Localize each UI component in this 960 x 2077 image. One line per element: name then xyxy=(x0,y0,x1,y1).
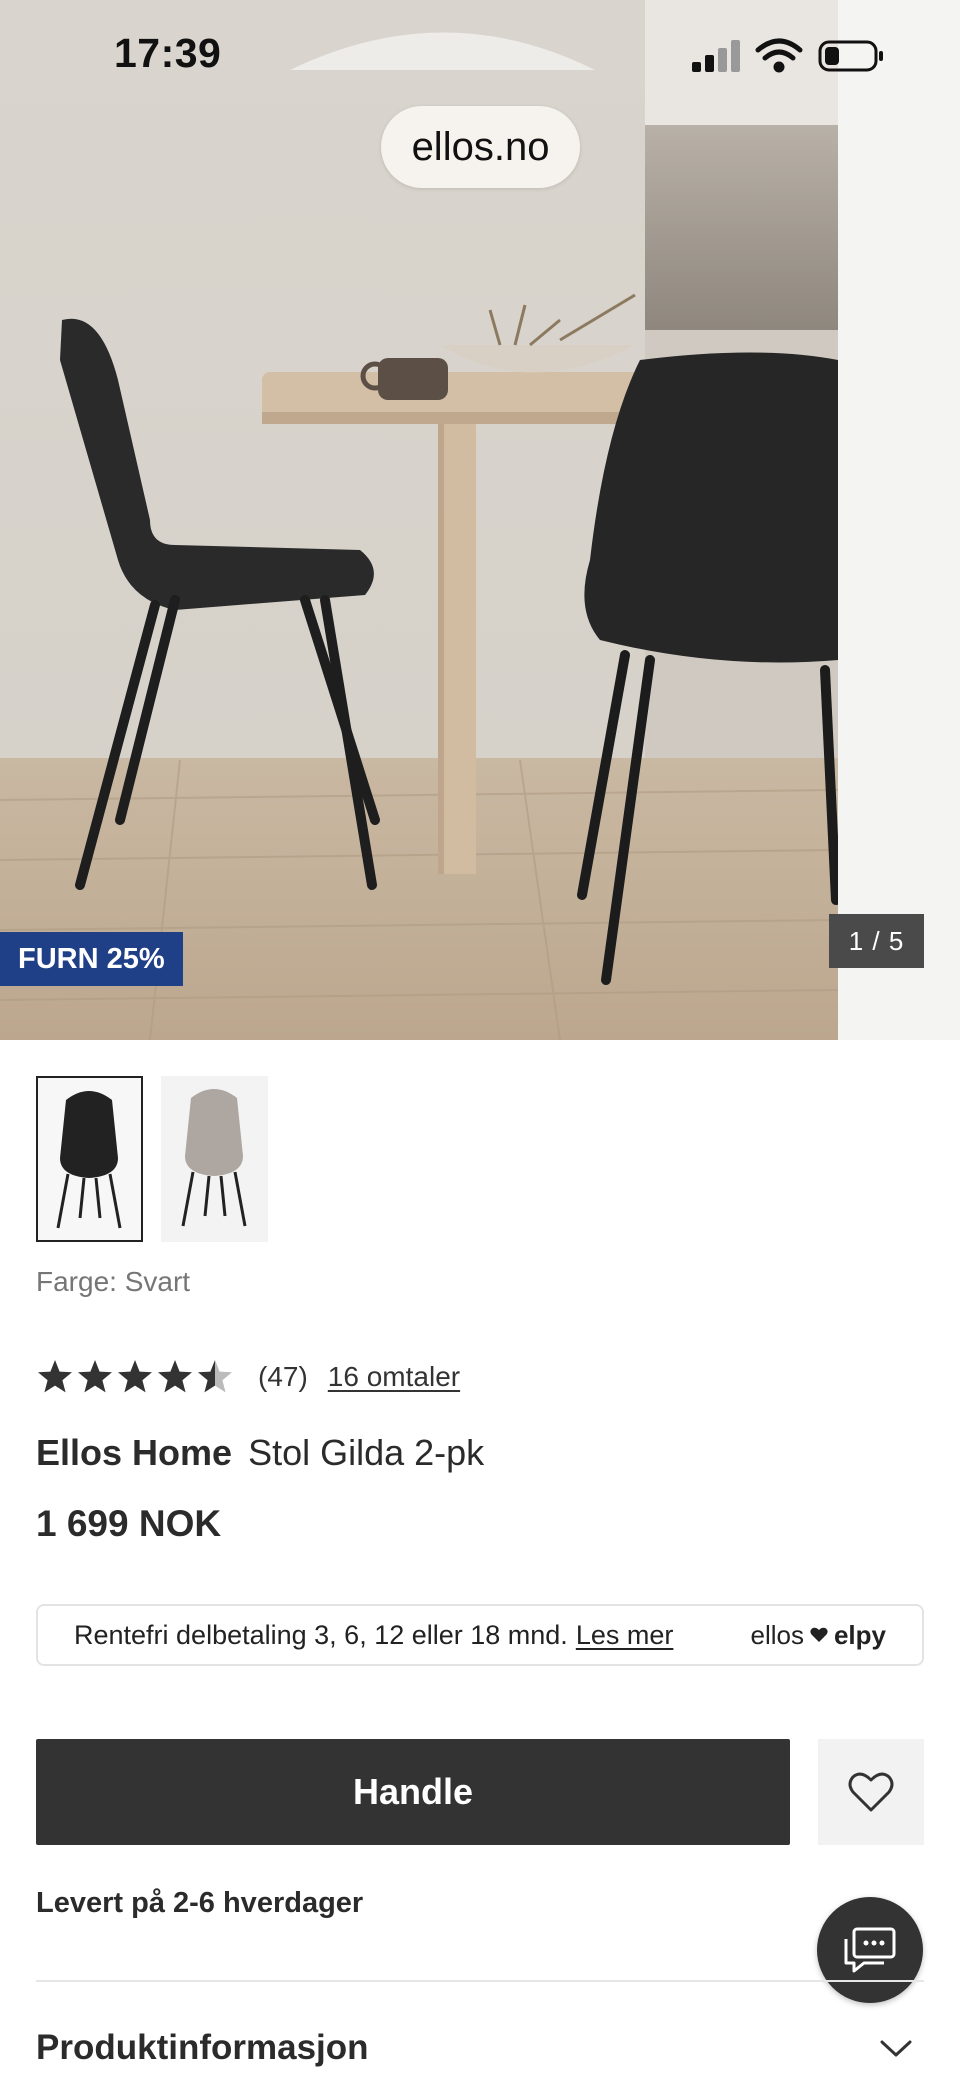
product-title: Ellos Home Stol Gilda 2-pk xyxy=(36,1432,484,1474)
chair-thumbnail-black xyxy=(56,1091,122,1229)
color-thumbnails xyxy=(36,1076,268,1242)
image-counter: 1 / 5 xyxy=(829,914,924,968)
rating-count: (47) xyxy=(258,1361,308,1392)
promo-badge: FURN 25% xyxy=(0,932,183,986)
product-brand: Ellos Home xyxy=(36,1432,233,1473)
chat-button[interactable] xyxy=(817,1897,923,2003)
status-time: 17:39 xyxy=(114,30,222,76)
star-icon xyxy=(118,1360,152,1393)
ellos-logo-text: ellos xyxy=(750,1619,804,1650)
star-icon xyxy=(158,1360,192,1393)
heart-icon xyxy=(848,1772,894,1812)
thumbnail-grey[interactable] xyxy=(161,1076,268,1242)
rating: (47) 16 omtaler xyxy=(36,1358,460,1396)
elpy-logo-text: elpy xyxy=(833,1619,886,1650)
half-star-icon xyxy=(198,1360,232,1393)
next-image-peek xyxy=(838,0,960,1040)
add-to-cart-button[interactable]: Handle xyxy=(36,1739,790,1845)
url-bar[interactable]: ellos.no xyxy=(381,106,580,188)
status-icons xyxy=(692,38,883,73)
product-name: Stol Gilda 2-pk xyxy=(248,1432,485,1473)
wifi-icon xyxy=(755,38,803,73)
product-price: 1 699 NOK xyxy=(36,1503,222,1544)
product-image-gallery[interactable]: 17:39 ellos.no FURN 25% 1 / 5 xyxy=(0,0,960,1040)
financing-text: Rentefri delbetaling 3, 6, 12 eller 18 m… xyxy=(74,1620,673,1651)
rating-stars xyxy=(36,1358,236,1396)
reviews-link[interactable]: 16 omtaler xyxy=(328,1361,460,1393)
chair-thumbnail-grey xyxy=(181,1089,247,1227)
delivery-info: Levert på 2-6 hverdager xyxy=(36,1887,364,1919)
product-info-section-title[interactable]: Produktinformasjon xyxy=(36,2028,369,2068)
color-label: Farge: Svart xyxy=(36,1266,191,1297)
divider xyxy=(36,1980,924,1982)
financing-banner: Rentefri delbetaling 3, 6, 12 eller 18 m… xyxy=(36,1604,924,1666)
chevron-down-icon[interactable] xyxy=(880,2040,912,2058)
chat-icon xyxy=(844,1927,896,1973)
signal-icon xyxy=(692,40,740,72)
battery-icon xyxy=(818,40,883,72)
favorite-button[interactable] xyxy=(818,1739,924,1845)
financing-description: Rentefri delbetaling 3, 6, 12 eller 18 m… xyxy=(74,1619,568,1650)
star-icon xyxy=(78,1360,112,1393)
heart-logo-icon xyxy=(810,1627,828,1642)
financing-read-more-link[interactable]: Les mer xyxy=(576,1620,674,1650)
thumbnail-black[interactable] xyxy=(36,1076,143,1242)
star-icon xyxy=(38,1360,72,1393)
ellos-elpy-logo: ellos elpy xyxy=(750,1620,886,1651)
